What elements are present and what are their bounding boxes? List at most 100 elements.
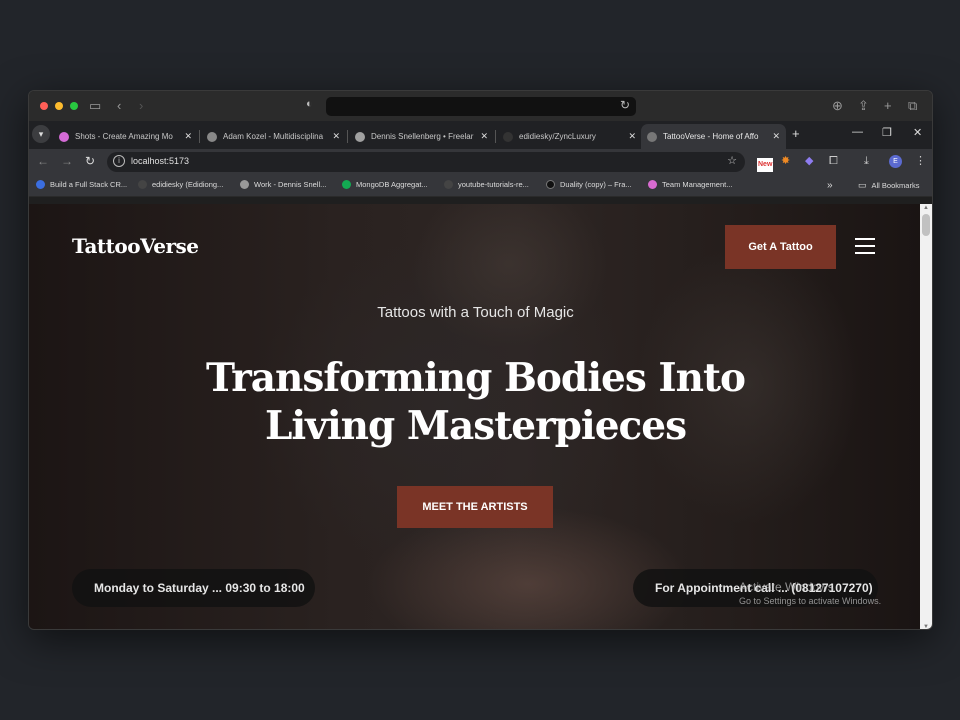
bookmark-star-icon[interactable]: ☆ xyxy=(727,154,737,167)
site-logo[interactable]: TattooVerse xyxy=(72,234,199,258)
tab-title: Adam Kozel - Multidisciplina xyxy=(223,132,324,141)
scroll-up-icon[interactable]: ▲ xyxy=(923,205,929,211)
hamburger-menu-icon[interactable] xyxy=(855,238,875,259)
tab-favicon-icon xyxy=(503,131,513,142)
extension-new-badge[interactable]: New xyxy=(757,158,774,172)
tab-divider xyxy=(347,130,348,143)
bookmark-item[interactable]: youtube-tutorials-re... xyxy=(444,180,529,189)
activate-windows-watermark: Activate Windows Go to Settings to activ… xyxy=(739,580,881,606)
sidebar-icon[interactable]: ▭ xyxy=(89,98,101,114)
mac-title-bar: ▭ ‹ › ◐ ↻ ⊕ ⇪ + ⧉ xyxy=(29,91,932,121)
close-tab-icon[interactable]: ✕ xyxy=(480,131,488,142)
all-bookmarks-button[interactable]: ▭ All Bookmarks xyxy=(858,180,919,191)
back-arrow-icon[interactable]: ← xyxy=(37,154,49,168)
bookmark-label: youtube-tutorials-re... xyxy=(458,180,529,189)
page-scrollbar[interactable]: ▲ ▼ xyxy=(920,204,932,629)
bookmark-item[interactable]: Work - Dennis Snell... xyxy=(240,180,326,189)
shield-icon[interactable]: ◐ xyxy=(306,98,313,110)
hamburger-line xyxy=(855,238,875,240)
bookmark-favicon-icon xyxy=(444,180,453,189)
extensions-puzzle-icon[interactable]: ⧠ xyxy=(829,154,838,168)
tab-divider xyxy=(495,130,496,143)
scroll-down-icon[interactable]: ▼ xyxy=(923,624,929,629)
bookmark-label: edidiesky (Edidiong... xyxy=(152,180,224,189)
scrollbar-thumb[interactable] xyxy=(922,214,930,236)
omnibox-url: localhost:5173 xyxy=(131,156,190,166)
hero-tagline: Tattoos with a Touch of Magic xyxy=(377,304,574,321)
close-icon[interactable]: ✕ xyxy=(913,126,922,139)
tab-title: Shots - Create Amazing Mo xyxy=(75,132,173,141)
forward-icon[interactable]: › xyxy=(139,98,143,114)
zoom-window-button[interactable] xyxy=(70,102,78,110)
bookmark-label: Build a Full Stack CR... xyxy=(50,180,128,189)
bookmark-item[interactable]: edidiesky (Edidiong... xyxy=(138,180,223,189)
hero-section: TattooVerse Get A Tattoo Tattoos with a … xyxy=(29,204,922,629)
bookmarks-overflow-button[interactable]: » xyxy=(827,180,833,191)
meet-the-artists-button[interactable]: MEET THE ARTISTS xyxy=(397,486,553,528)
tab-title: TattooVerse - Home of Affo xyxy=(663,132,759,141)
tab-favicon-icon xyxy=(647,131,657,142)
hero-headline: Transforming Bodies Into Living Masterpi… xyxy=(29,354,922,450)
bookmark-label: Team Management... xyxy=(662,180,733,189)
close-tab-icon[interactable]: ✕ xyxy=(184,131,192,142)
bookmark-item[interactable]: Team Management... xyxy=(648,180,732,189)
reload-icon[interactable]: ↻ xyxy=(620,98,630,112)
tab-title: Dennis Snellenberg • Freelar xyxy=(371,132,474,141)
kebab-menu-icon[interactable]: ⋮ xyxy=(915,154,926,168)
tab-title: edidiesky/ZyncLuxury xyxy=(519,132,596,141)
new-tab-icon[interactable]: + xyxy=(884,98,892,114)
reload-icon[interactable]: ↻ xyxy=(85,154,95,168)
close-tab-icon[interactable]: ✕ xyxy=(332,131,340,142)
tab-divider xyxy=(199,130,200,143)
close-tab-icon[interactable]: ✕ xyxy=(628,131,636,142)
mac-address-bar[interactable]: ↻ xyxy=(326,97,636,116)
bookmark-label: MongoDB Aggregat... xyxy=(356,180,428,189)
bookmark-item[interactable]: Duality (copy) – Fra... xyxy=(546,180,632,189)
bookmark-favicon-icon xyxy=(342,180,351,189)
minimize-window-button[interactable] xyxy=(55,102,63,110)
tab-favicon-icon xyxy=(59,131,69,142)
tab-tattooverse[interactable]: TattooVerse - Home of Affo ✕ xyxy=(641,124,786,149)
back-icon[interactable]: ‹ xyxy=(117,98,121,114)
hamburger-line xyxy=(855,245,875,247)
bookmark-item[interactable]: MongoDB Aggregat... xyxy=(342,180,428,189)
close-tab-icon[interactable]: ✕ xyxy=(772,131,780,142)
profile-avatar[interactable]: E xyxy=(889,155,902,168)
share-icon[interactable]: ⇪ xyxy=(858,98,869,114)
get-a-tattoo-button[interactable]: Get A Tattoo xyxy=(725,225,836,269)
tab-zyncluxury[interactable]: edidiesky/ZyncLuxury ✕ xyxy=(497,124,642,149)
extension-bird-icon[interactable]: ◆ xyxy=(805,154,813,168)
omnibox[interactable]: i localhost:5173 ☆ xyxy=(107,152,745,172)
window-controls xyxy=(40,102,78,110)
bookmark-favicon-icon xyxy=(138,180,147,189)
extension-spark-icon[interactable]: ✸ xyxy=(781,154,790,168)
activate-windows-subtitle: Go to Settings to activate Windows. xyxy=(739,596,882,606)
tab-favicon-icon xyxy=(355,131,365,142)
site-info-icon[interactable]: i xyxy=(113,155,125,167)
close-window-button[interactable] xyxy=(40,102,48,110)
minimize-icon[interactable]: — xyxy=(852,126,863,138)
headline-line-2: Living Masterpieces xyxy=(264,403,687,449)
hamburger-line xyxy=(855,252,875,254)
tab-strip: ▾ Shots - Create Amazing Mo ✕ Adam Kozel… xyxy=(29,121,932,149)
downloads-icon[interactable]: ⤓ xyxy=(864,154,869,168)
new-tab-button[interactable]: + xyxy=(792,126,800,141)
tab-dennis-snellenberg[interactable]: Dennis Snellenberg • Freelar ✕ xyxy=(349,124,494,149)
forward-arrow-icon[interactable]: → xyxy=(61,154,73,168)
tab-adam-kozel[interactable]: Adam Kozel - Multidisciplina ✕ xyxy=(201,124,346,149)
headline-line-1: Transforming Bodies Into xyxy=(206,355,746,401)
bookmark-favicon-icon xyxy=(36,180,45,189)
tab-favicon-icon xyxy=(207,131,217,142)
bookmark-favicon-icon xyxy=(648,180,657,189)
tab-shots[interactable]: Shots - Create Amazing Mo ✕ xyxy=(53,124,198,149)
bookmark-label: Duality (copy) – Fra... xyxy=(560,180,632,189)
tabs-overview-icon[interactable]: ⧉ xyxy=(908,98,917,114)
download-icon[interactable]: ⊕ xyxy=(832,98,843,114)
restore-icon[interactable]: ❐ xyxy=(882,126,892,139)
tab-search-button[interactable]: ▾ xyxy=(32,125,50,143)
activate-windows-title: Activate Windows xyxy=(739,580,834,594)
bookmark-label: Work - Dennis Snell... xyxy=(254,180,327,189)
bookmark-favicon-icon xyxy=(240,180,249,189)
all-bookmarks-label: All Bookmarks xyxy=(871,181,920,190)
bookmark-item[interactable]: Build a Full Stack CR... xyxy=(36,180,127,189)
